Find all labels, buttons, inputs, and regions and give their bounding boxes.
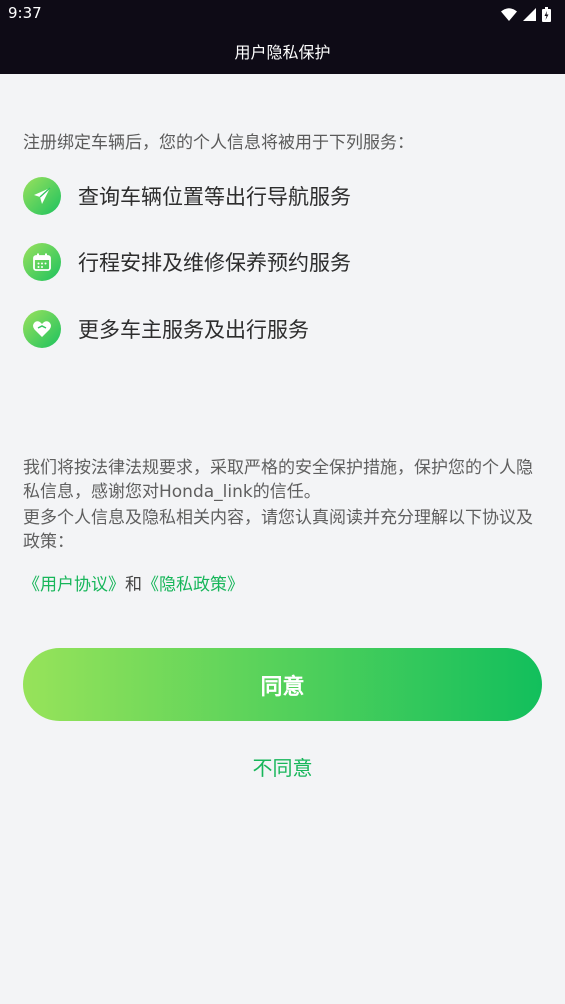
- service-label: 更多车主服务及出行服务: [78, 318, 309, 342]
- heart-icon: [23, 310, 61, 348]
- calendar-icon: [23, 243, 61, 281]
- privacy-notice: 我们将按法律法规要求，采取严格的安全保护措施，保护您的个人隐私信息，感谢您对Ho…: [23, 458, 533, 502]
- service-item-navigation: 查询车辆位置等出行导航服务: [23, 177, 351, 215]
- service-label: 行程安排及维修保养预约服务: [78, 251, 351, 275]
- wifi-icon: [501, 7, 517, 21]
- service-item-schedule: 行程安排及维修保养预约服务: [23, 243, 351, 281]
- privacy-policy-link[interactable]: 《隐私政策》: [142, 575, 244, 595]
- page-title: 用户隐私保护: [234, 43, 331, 62]
- title-bar: 用户隐私保护: [0, 28, 565, 74]
- status-icons: [501, 6, 551, 22]
- policy-links: 《用户协议》和《隐私政策》: [23, 570, 244, 595]
- links-conjunction: 和: [125, 575, 142, 595]
- policy-notice: 更多个人信息及隐私相关内容，请您认真阅读并充分理解以下协议及政策：: [23, 508, 533, 552]
- paper-plane-icon: [23, 177, 61, 215]
- user-agreement-link[interactable]: 《用户协议》: [23, 575, 125, 595]
- status-bar: 9:37: [0, 0, 565, 28]
- service-label: 查询车辆位置等出行导航服务: [78, 185, 351, 209]
- battery-icon: [542, 6, 551, 22]
- service-item-owner: 更多车主服务及出行服务: [23, 310, 309, 348]
- status-time: 9:37: [8, 4, 42, 22]
- disagree-button[interactable]: 不同意: [0, 752, 565, 781]
- signal-icon: [523, 7, 536, 21]
- agree-button[interactable]: 同意: [23, 648, 542, 721]
- intro-text: 注册绑定车辆后，您的个人信息将被用于下列服务：: [23, 133, 414, 153]
